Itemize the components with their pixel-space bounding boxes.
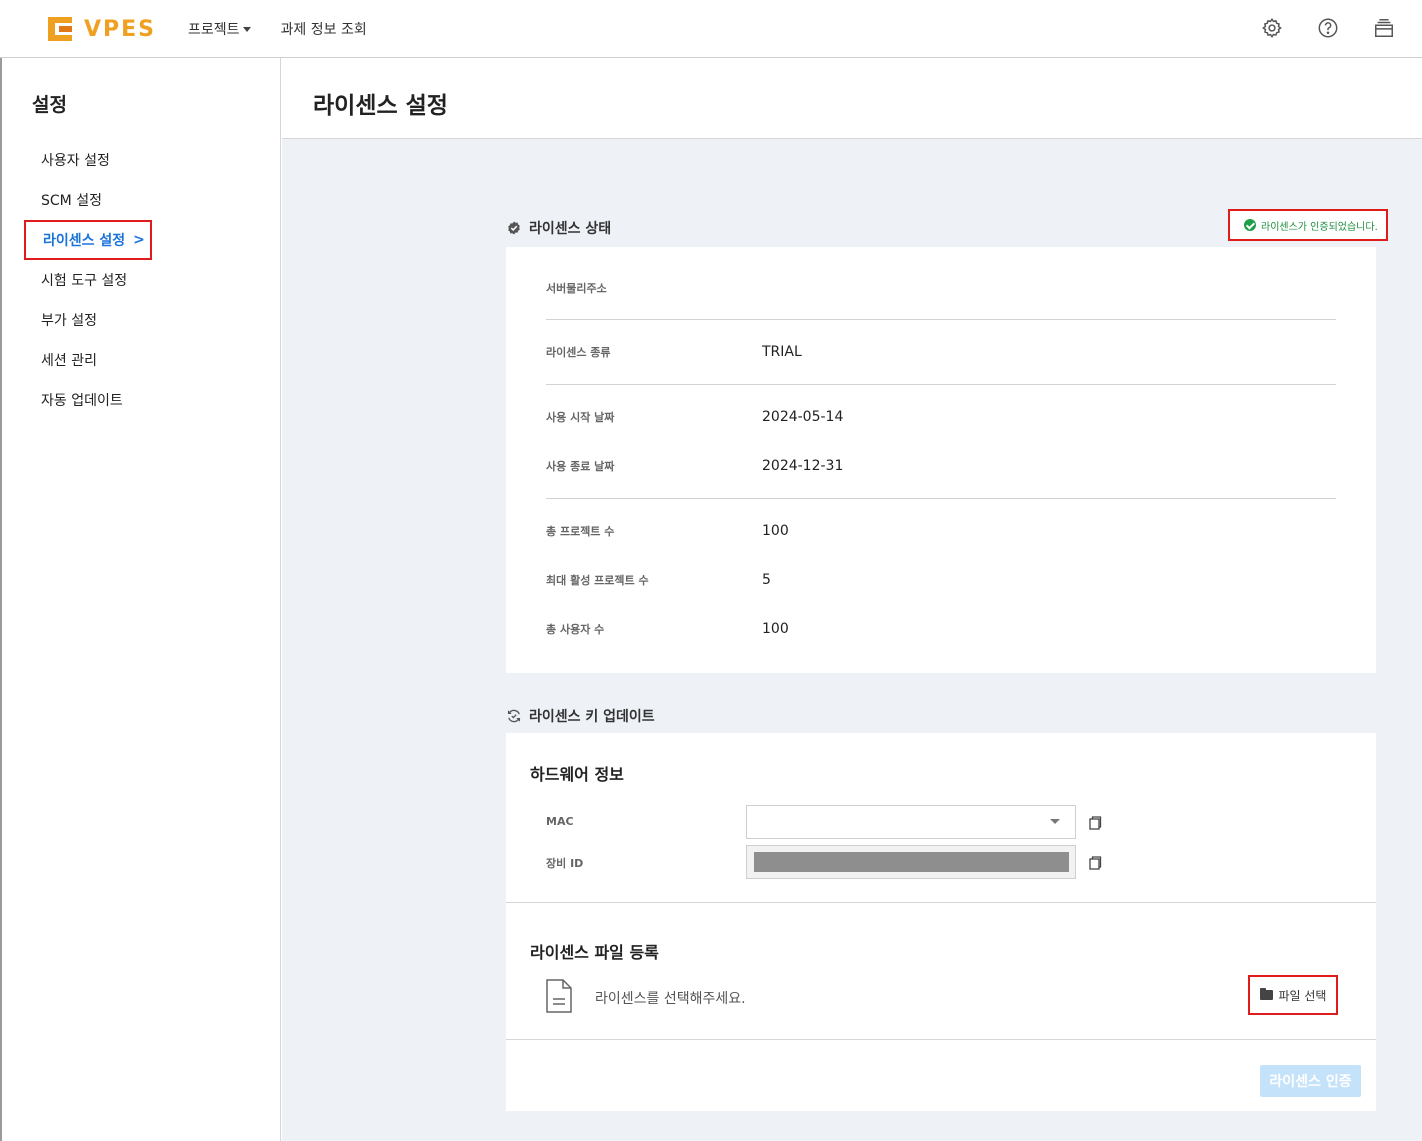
info-row-server-mac: 서버물리주소: [546, 280, 762, 296]
caret-down-icon: [242, 26, 251, 32]
sidebar-item-additional-settings[interactable]: 부가 설정: [24, 300, 152, 340]
info-row-max-active-projects: 최대 활성 프로젝트 수 5: [546, 572, 771, 588]
hardware-info-title: 하드웨어 정보: [530, 765, 624, 784]
info-label: 총 프로젝트 수: [546, 525, 615, 538]
help-icon[interactable]: [1314, 14, 1342, 42]
info-label: 최대 활성 프로젝트 수: [546, 574, 649, 587]
section-label-text: 라이센스 키 업데이트: [529, 709, 655, 725]
settings-sidebar: 설정 사용자 설정 SCM 설정 라이센스 설정 > 시험 도구 설정 부가 설…: [0, 58, 281, 1141]
license-status-heading: 라이센스 상태: [507, 218, 611, 238]
info-label: 서버물리주소: [546, 282, 607, 295]
sidebar-item-label: 라이센스 설정: [43, 233, 126, 249]
sidebar-item-auto-update[interactable]: 자동 업데이트: [24, 380, 152, 420]
page-header: 라이센스 설정: [282, 58, 1422, 139]
file-select-button[interactable]: 파일 선택: [1248, 975, 1338, 1015]
page-title: 라이센스 설정: [313, 93, 448, 119]
mac-select[interactable]: [746, 805, 1076, 839]
license-update-card: 하드웨어 정보 MAC 장비 ID 라이센스 파일 등록 라이센스를 선택해주세…: [506, 733, 1376, 1111]
sidebar-item-user-settings[interactable]: 사용자 설정: [24, 140, 152, 180]
file-select-label: 파일 선택: [1278, 988, 1327, 1003]
license-update-heading: 라이센스 키 업데이트: [507, 706, 655, 726]
sidebar-item-label: SCM 설정: [41, 193, 102, 209]
refresh-check-icon: [507, 709, 521, 723]
divider: [506, 902, 1376, 903]
divider: [506, 1039, 1376, 1040]
divider: [546, 319, 1336, 320]
nav-item-projects[interactable]: 프로젝트: [188, 19, 251, 39]
sidebar-item-label: 시험 도구 설정: [41, 273, 128, 289]
info-label: 사용 종료 날짜: [546, 460, 615, 473]
license-verify-button[interactable]: 라이센스 인증: [1260, 1065, 1361, 1097]
info-row-start-date: 사용 시작 날짜 2024-05-14: [546, 409, 843, 425]
caret-down-icon: [1050, 819, 1060, 824]
info-row-license-type: 라이센스 종류 TRIAL: [546, 344, 802, 360]
sidebar-item-label: 사용자 설정: [41, 153, 110, 169]
info-label: 라이센스 종류: [546, 346, 611, 359]
section-label-text: 라이센스 상태: [529, 221, 612, 237]
top-header: VPES 프로젝트 과제 정보 조회: [0, 0, 1422, 58]
sidebar-menu: 사용자 설정 SCM 설정 라이센스 설정 > 시험 도구 설정 부가 설정 세…: [24, 140, 152, 420]
file-placeholder: 라이센스를 선택해주세요.: [595, 991, 746, 1007]
license-file-title: 라이센스 파일 등록: [530, 943, 659, 962]
info-row-end-date: 사용 종료 날짜 2024-12-31: [546, 458, 843, 474]
layers-icon[interactable]: [1370, 14, 1398, 42]
main-nav: 프로젝트 과제 정보 조회: [188, 19, 397, 39]
brand-logo[interactable]: VPES: [46, 15, 156, 43]
info-value: 100: [762, 523, 789, 539]
chevron-right-icon: >: [133, 232, 145, 248]
info-value: 2024-12-31: [762, 458, 844, 474]
mac-label: MAC: [546, 815, 574, 828]
document-icon: [544, 978, 574, 1014]
brand-name: VPES: [84, 16, 157, 42]
header-actions: [1230, 14, 1398, 42]
license-status-card: 서버물리주소 라이센스 종류 TRIAL 사용 시작 날짜 2024-05-14…: [506, 247, 1376, 673]
sidebar-item-test-tool-settings[interactable]: 시험 도구 설정: [24, 260, 152, 300]
sidebar-item-license-settings[interactable]: 라이센스 설정 >: [24, 220, 152, 260]
folder-icon: [1259, 988, 1273, 1000]
device-id-label: 장비 ID: [546, 857, 584, 870]
info-row-total-projects: 총 프로젝트 수 100: [546, 523, 789, 539]
gear-icon[interactable]: [1258, 14, 1286, 42]
sidebar-item-label: 세션 관리: [41, 353, 97, 369]
copy-icon[interactable]: [1087, 855, 1103, 871]
badge-check-icon: [507, 221, 521, 235]
sidebar-item-scm-settings[interactable]: SCM 설정: [24, 180, 152, 220]
divider: [546, 498, 1336, 499]
info-value: 2024-05-14: [762, 409, 844, 425]
sidebar-item-session-management[interactable]: 세션 관리: [24, 340, 152, 380]
info-value: TRIAL: [762, 344, 802, 360]
main-content: 라이센스 상태 라이센스가 인증되었습니다. 서버물리주소 라이센스 종류 TR…: [282, 139, 1422, 1141]
redacted-value: [754, 852, 1069, 872]
sidebar-item-label: 부가 설정: [41, 313, 97, 329]
info-label: 사용 시작 날짜: [546, 411, 615, 424]
license-verified-badge: 라이센스가 인증되었습니다.: [1228, 209, 1388, 241]
info-row-total-users: 총 사용자 수 100: [546, 621, 789, 637]
sidebar-title: 설정: [32, 94, 67, 116]
status-badge-text: 라이센스가 인증되었습니다.: [1261, 221, 1378, 233]
divider: [546, 384, 1336, 385]
verify-button-label: 라이센스 인증: [1269, 1074, 1352, 1090]
sidebar-item-label: 자동 업데이트: [41, 393, 123, 409]
logo-icon: [46, 15, 74, 43]
info-value: 100: [762, 621, 789, 637]
device-id-field[interactable]: [746, 845, 1076, 879]
nav-item-label: 프로젝트: [188, 22, 240, 38]
nav-item-label: 과제 정보 조회: [280, 22, 367, 38]
info-value: 5: [762, 572, 771, 588]
nav-item-task-info[interactable]: 과제 정보 조회: [281, 19, 367, 39]
copy-icon[interactable]: [1087, 815, 1103, 831]
info-label: 총 사용자 수: [546, 623, 605, 636]
check-circle-icon: [1244, 219, 1256, 231]
